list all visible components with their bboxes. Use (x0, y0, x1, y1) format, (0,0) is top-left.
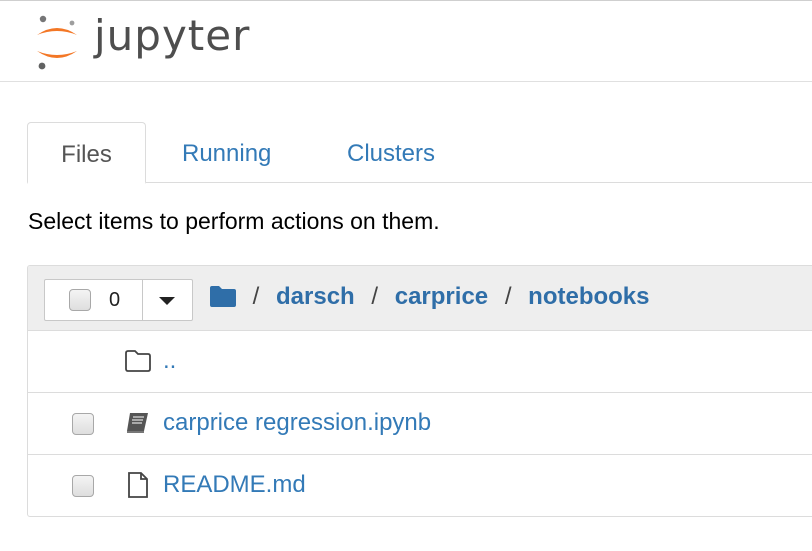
row-checkbox[interactable] (72, 413, 94, 435)
file-list-header: 0 / darsch / carprice / notebooks (28, 266, 812, 331)
tab-files[interactable]: Files (27, 122, 146, 184)
caret-down-icon (159, 297, 175, 305)
folder-icon[interactable] (210, 285, 236, 307)
select-all-group: 0 (44, 279, 193, 321)
select-all-button[interactable]: 0 (45, 280, 143, 320)
list-item[interactable]: README.md (28, 455, 812, 516)
breadcrumb-item-carprice[interactable]: carprice (395, 283, 488, 310)
file-list: 0 / darsch / carprice / notebooks .. car… (27, 265, 812, 517)
breadcrumb-item-darsch[interactable]: darsch (276, 283, 355, 310)
list-item[interactable]: carprice regression.ipynb (28, 393, 812, 455)
file-link-parent[interactable]: .. (163, 347, 176, 375)
file-link-readme[interactable]: README.md (163, 471, 306, 499)
jupyter-logo-icon[interactable] (34, 13, 80, 71)
notebook-icon (127, 413, 148, 433)
breadcrumb-root[interactable]: / (253, 283, 260, 310)
file-icon (128, 472, 148, 498)
header: jupyter (0, 0, 812, 82)
breadcrumb-item-notebooks[interactable]: notebooks (528, 283, 649, 310)
select-dropdown-button[interactable] (143, 280, 192, 320)
selected-count: 0 (109, 289, 121, 311)
select-all-checkbox[interactable] (69, 289, 91, 311)
breadcrumb-separator: / (371, 283, 379, 310)
breadcrumb: / darsch / carprice / notebooks (210, 283, 650, 315)
row-checkbox[interactable] (72, 475, 94, 497)
breadcrumb-separator: / (504, 283, 512, 310)
instruction-text: Select items to perform actions on them. (28, 208, 440, 234)
logo-text[interactable]: jupyter (94, 11, 250, 60)
list-item[interactable]: .. (28, 331, 812, 393)
folder-outline-icon (125, 350, 151, 372)
tab-bar: Files Running Clusters (27, 122, 812, 184)
file-link-notebook[interactable]: carprice regression.ipynb (163, 409, 431, 437)
tab-running[interactable]: Running (182, 122, 271, 182)
tab-clusters[interactable]: Clusters (347, 122, 435, 182)
